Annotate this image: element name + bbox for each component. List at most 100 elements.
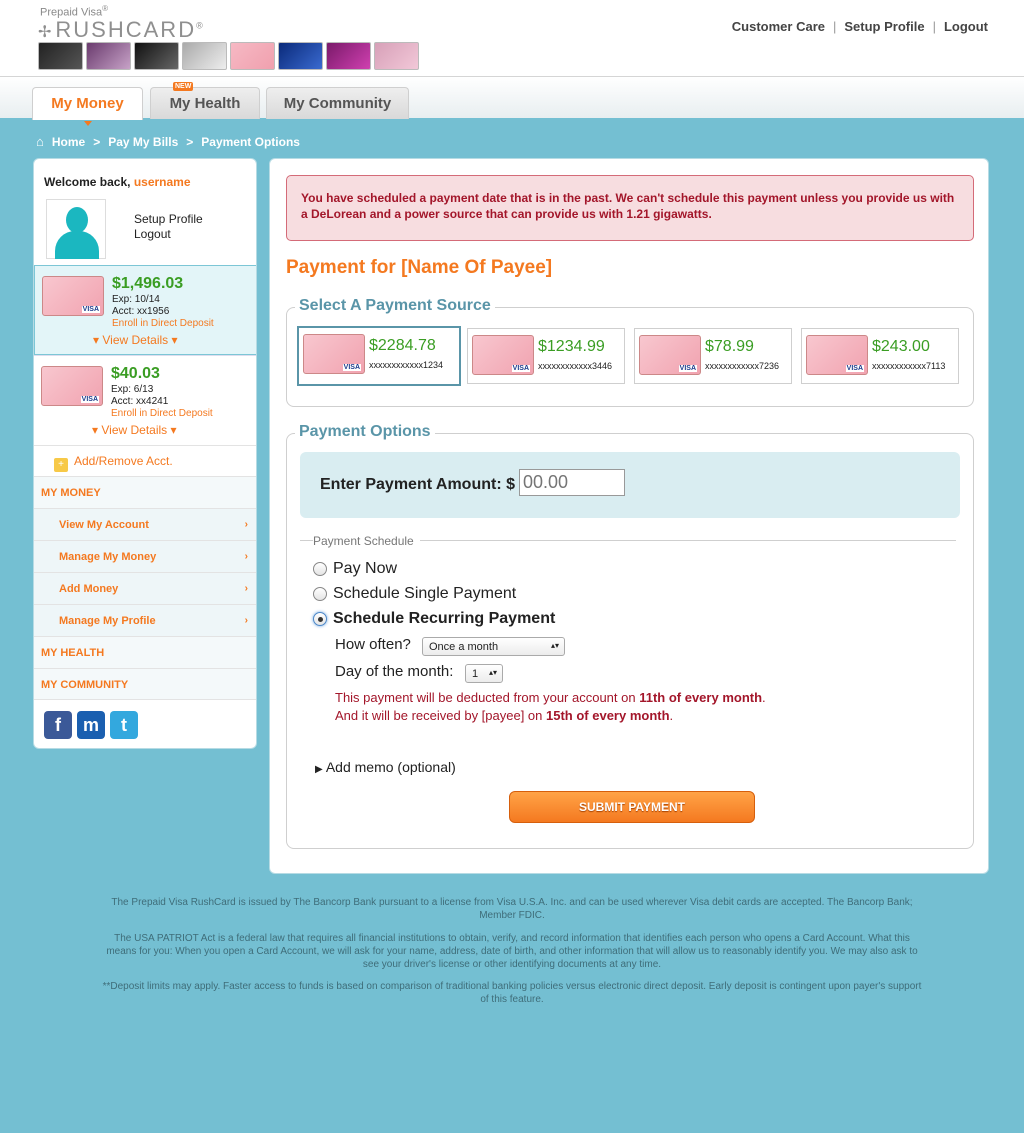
- header: Prepaid Visa® ✢RUSHCARD® Customer Care |…: [0, 0, 1024, 76]
- account-number: Acct: xx4241: [111, 396, 169, 407]
- source-amount: $243.00: [872, 338, 930, 355]
- day-of-month-select[interactable]: 1 ▴▾: [465, 664, 503, 683]
- deduction-note: This payment will be deducted from your …: [335, 690, 766, 705]
- add-account-icon: +: [54, 458, 68, 472]
- radio-button-checked[interactable]: [313, 612, 327, 626]
- chevron-right-icon: ›: [244, 615, 248, 626]
- account-balance: $1,496.03: [112, 275, 184, 292]
- account-card-1[interactable]: VISA $1,496.03 Exp: 10/14 Acct: xx1956 E…: [34, 265, 256, 355]
- setup-profile-link[interactable]: Setup Profile: [844, 19, 924, 34]
- payment-source-card-3[interactable]: VISA $78.99 xxxxxxxxxxxx7236: [634, 328, 792, 384]
- account-card-2[interactable]: VISA $40.03 Exp: 6/13 Acct: xx4241 Enrol…: [34, 355, 256, 445]
- tab-my-community[interactable]: My Community: [266, 87, 409, 119]
- enroll-direct-deposit-link[interactable]: Enroll in Direct Deposit: [111, 408, 213, 419]
- page-title: Payment for [Name Of Payee]: [286, 257, 553, 278]
- link-separator: |: [932, 19, 936, 34]
- logo-star-icon: ✢: [38, 24, 54, 41]
- payment-source-fieldset: Select A Payment Source VISA $2284.78 xx…: [286, 297, 974, 407]
- nav-section-my-community[interactable]: MY COMMUNITY: [34, 668, 256, 700]
- payment-amount-label: Enter Payment Amount: $: [320, 476, 515, 493]
- home-icon: ⌂: [36, 134, 44, 149]
- nav-item-manage-my-profile[interactable]: Manage My Profile ›: [34, 604, 256, 636]
- facebook-icon[interactable]: f: [44, 711, 72, 739]
- payment-source-card-4[interactable]: VISA $243.00 xxxxxxxxxxxx7113: [801, 328, 959, 384]
- submit-payment-button[interactable]: SUBMIT PAYMENT: [509, 791, 755, 823]
- card-design-image: [182, 42, 227, 70]
- view-details-link[interactable]: ▾ View Details ▾: [92, 423, 177, 437]
- card-image: VISA: [41, 366, 103, 406]
- sidebar-logout-link[interactable]: Logout: [134, 227, 171, 241]
- account-exp: Exp: 6/13: [111, 384, 154, 395]
- payment-amount-box: Enter Payment Amount: $: [300, 452, 960, 518]
- main-panel: You have scheduled a payment date that i…: [269, 158, 989, 874]
- payment-source-card-2[interactable]: VISA $1234.99 xxxxxxxxxxxx3446: [467, 328, 625, 384]
- logout-link[interactable]: Logout: [944, 19, 988, 34]
- breadcrumb-separator: >: [93, 134, 101, 149]
- day-of-month-label: Day of the month:: [335, 663, 454, 680]
- chevron-right-icon: ›: [244, 519, 248, 530]
- twitter-icon[interactable]: t: [110, 711, 138, 739]
- sidebar: Welcome back, username Setup Profile Log…: [33, 158, 257, 749]
- radio-button[interactable]: [313, 587, 327, 601]
- receipt-note: And it will be received by [payee] on 15…: [335, 708, 674, 723]
- breadcrumb: ⌂ Home > Pay My Bills > Payment Options: [36, 134, 300, 149]
- source-amount: $78.99: [705, 338, 754, 355]
- card-image: VISA: [303, 334, 365, 374]
- footer-disclaimer-patriot: The USA PATRIOT Act is a federal law tha…: [106, 933, 918, 970]
- select-arrows-icon: ▴▾: [550, 641, 559, 650]
- disclosure-triangle-icon: ▶: [315, 764, 323, 775]
- select-arrows-icon: ▴▾: [488, 668, 497, 677]
- sidebar-setup-profile-link[interactable]: Setup Profile: [134, 212, 203, 226]
- username: username: [133, 175, 191, 189]
- breadcrumb-pay-my-bills[interactable]: Pay My Bills: [108, 135, 178, 149]
- card-designs-strip: [38, 42, 419, 70]
- link-separator: |: [832, 19, 837, 34]
- payment-source-legend: Select A Payment Source: [295, 297, 495, 315]
- rushcard-logo[interactable]: ✢RUSHCARD®: [38, 17, 205, 43]
- payment-options-legend: Payment Options: [295, 423, 435, 441]
- social-links: f m t: [44, 711, 138, 739]
- payment-source-card-1[interactable]: VISA $2284.78 xxxxxxxxxxxx1234: [297, 326, 461, 386]
- add-memo-toggle[interactable]: ▶ Add memo (optional): [315, 759, 456, 775]
- card-design-image: [86, 42, 131, 70]
- account-number: Acct: xx1956: [112, 306, 170, 317]
- chevron-right-icon: ›: [244, 551, 248, 562]
- breadcrumb-separator: >: [186, 134, 194, 149]
- nav-item-view-my-account[interactable]: View My Account ›: [34, 508, 256, 540]
- how-often-select[interactable]: Once a month ▴▾: [422, 637, 565, 656]
- nav-item-manage-my-money[interactable]: Manage My Money ›: [34, 540, 256, 572]
- top-links: Customer Care | Setup Profile | Logout: [732, 19, 988, 34]
- source-number: xxxxxxxxxxxx1234: [369, 360, 444, 370]
- view-details-link[interactable]: ▾ View Details ▾: [93, 333, 178, 347]
- avatar: [46, 199, 106, 259]
- nav-item-add-money[interactable]: Add Money ›: [34, 572, 256, 604]
- customer-care-link[interactable]: Customer Care: [732, 19, 825, 34]
- footer-disclaimer-deposit: **Deposit limits may apply. Faster acces…: [102, 981, 922, 1005]
- radio-schedule-single[interactable]: Schedule Single Payment: [313, 585, 516, 603]
- welcome-text: Welcome back, username: [44, 175, 191, 189]
- footer-disclaimer-bancorp: The Prepaid Visa RushCard is issued by T…: [111, 897, 913, 921]
- nav-section-my-health[interactable]: MY HEALTH: [34, 636, 256, 668]
- account-balance: $40.03: [111, 365, 160, 382]
- nav-section-my-money[interactable]: MY MONEY: [34, 476, 256, 508]
- source-number: xxxxxxxxxxxx3446: [538, 361, 613, 371]
- payment-amount-input[interactable]: [519, 469, 625, 496]
- radio-pay-now[interactable]: Pay Now: [313, 560, 397, 578]
- tab-my-health[interactable]: NEW My Health: [150, 82, 260, 119]
- myspace-icon[interactable]: m: [77, 711, 105, 739]
- tab-my-money[interactable]: My Money: [32, 87, 143, 126]
- account-exp: Exp: 10/14: [112, 294, 160, 305]
- source-amount: $1234.99: [538, 338, 605, 355]
- payment-schedule-label: Payment Schedule: [313, 534, 420, 548]
- enroll-direct-deposit-link[interactable]: Enroll in Direct Deposit: [112, 318, 214, 329]
- card-design-image: [134, 42, 179, 70]
- error-alert: You have scheduled a payment date that i…: [286, 175, 974, 241]
- breadcrumb-payment-options: Payment Options: [201, 134, 300, 149]
- radio-button[interactable]: [313, 562, 327, 576]
- source-number: xxxxxxxxxxxx7113: [872, 361, 946, 371]
- add-remove-account-link[interactable]: + Add/Remove Acct.: [54, 454, 173, 472]
- new-badge: NEW: [173, 82, 194, 91]
- source-number: xxxxxxxxxxxx7236: [705, 361, 780, 371]
- radio-schedule-recurring[interactable]: Schedule Recurring Payment: [313, 610, 555, 628]
- breadcrumb-home[interactable]: Home: [52, 135, 85, 149]
